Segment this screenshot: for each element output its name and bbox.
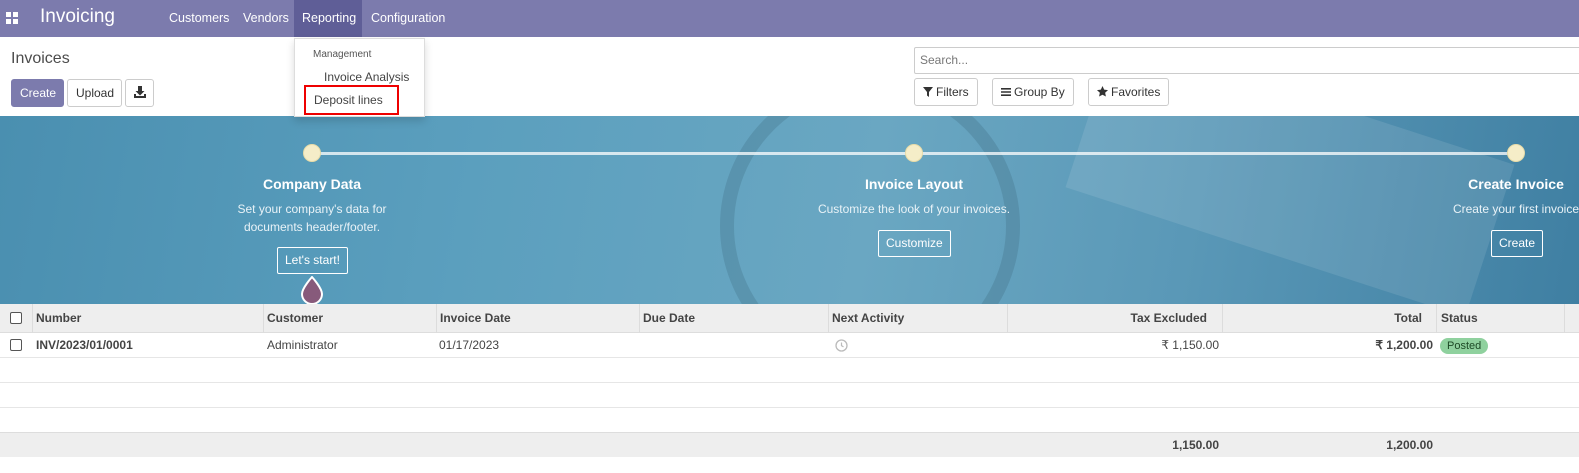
column-separator	[639, 304, 640, 333]
clock-icon[interactable]	[835, 339, 848, 352]
menu-vendors[interactable]: Vendors	[235, 0, 297, 37]
column-customer[interactable]: Customer	[267, 304, 323, 333]
cell-tax-excluded: ₹ 1,150.00	[1161, 338, 1219, 352]
table-footer: 1,150.00 1,200.00	[0, 432, 1579, 457]
create-button[interactable]: Create	[11, 79, 64, 107]
empty-row	[0, 408, 1579, 433]
column-invoice-date[interactable]: Invoice Date	[440, 304, 511, 333]
app-brand[interactable]: Invoicing	[40, 6, 115, 28]
group-by-label: Group By	[1014, 85, 1065, 99]
column-separator	[828, 304, 829, 333]
list-icon	[1001, 88, 1011, 96]
footer-total: 1,200.00	[1386, 438, 1433, 452]
column-separator	[32, 304, 33, 333]
cell-total: ₹ 1,200.00	[1375, 338, 1433, 352]
column-total[interactable]: Total	[1222, 304, 1422, 333]
step-description: Customize the look of your invoices.	[784, 200, 1044, 218]
search-input[interactable]: Search...	[914, 47, 1579, 74]
footer-tax-excluded: 1,150.00	[1172, 438, 1219, 452]
column-separator	[1564, 304, 1565, 333]
empty-row	[0, 358, 1579, 383]
onboarding-banner: Company Data Set your company's data for…	[0, 116, 1579, 304]
column-next-activity[interactable]: Next Activity	[832, 304, 904, 333]
menu-deposit-lines[interactable]: Deposit lines	[304, 85, 399, 115]
download-icon	[133, 86, 146, 98]
column-separator	[1436, 304, 1437, 333]
cell-invoice-date: 01/17/2023	[439, 338, 500, 352]
filters-button[interactable]: Filters	[914, 78, 978, 106]
filter-icon	[923, 87, 933, 97]
group-by-button[interactable]: Group By	[992, 78, 1074, 106]
step-description: Set your company's data for documents he…	[202, 200, 422, 236]
column-tax-excluded[interactable]: Tax Excluded	[1007, 304, 1207, 333]
upload-button[interactable]: Upload	[67, 79, 122, 107]
create-invoice-button[interactable]: Create	[1491, 230, 1544, 257]
step-title: Create Invoice	[1468, 176, 1564, 192]
breadcrumb: Invoices	[11, 50, 70, 67]
favorites-button[interactable]: Favorites	[1088, 78, 1170, 106]
step-dot	[303, 144, 321, 162]
step-description: Create your first invoice	[1406, 200, 1579, 218]
step-description-line: documents header/footer.	[243, 220, 381, 234]
step-title: Invoice Layout	[864, 176, 964, 192]
menu-invoice-analysis[interactable]: Invoice Analysis	[324, 70, 409, 84]
column-status[interactable]: Status	[1441, 304, 1478, 333]
lets-start-button[interactable]: Let's start!	[277, 247, 348, 274]
top-navbar: Invoicing Customers Vendors Reporting Co…	[0, 0, 1579, 37]
column-separator	[263, 304, 264, 333]
step-description-line: Create your first invoice	[1452, 202, 1579, 216]
step-dot	[1507, 144, 1525, 162]
reporting-dropdown: Management Invoice Analysis Deposit line…	[294, 38, 425, 117]
favorites-label: Favorites	[1111, 85, 1161, 99]
step-description-line: Customize the look of your invoices.	[817, 202, 1011, 216]
download-button[interactable]	[125, 79, 154, 107]
onboarding-pin-icon	[300, 276, 324, 304]
step-dot	[905, 144, 923, 162]
status-badge: Posted	[1440, 338, 1489, 354]
empty-row	[0, 383, 1579, 408]
apps-grid-icon[interactable]	[6, 12, 18, 24]
select-all-checkbox[interactable]	[10, 312, 22, 324]
column-due-date[interactable]: Due Date	[643, 304, 695, 333]
table-row[interactable]: INV/2023/01/0001 Administrator 01/17/202…	[0, 333, 1579, 358]
cell-number: INV/2023/01/0001	[36, 338, 133, 352]
table-header: Number Customer Invoice Date Due Date Ne…	[0, 304, 1579, 333]
filters-label: Filters	[936, 85, 969, 99]
cell-customer: Administrator	[267, 338, 338, 352]
menu-customers[interactable]: Customers	[161, 0, 237, 37]
column-number[interactable]: Number	[36, 304, 81, 333]
dropdown-header: Management	[313, 49, 372, 60]
step-title: Company Data	[262, 176, 362, 192]
step-description-line: Set your company's data for	[237, 202, 387, 216]
row-checkbox[interactable]	[10, 339, 22, 351]
menu-configuration[interactable]: Configuration	[363, 0, 453, 37]
star-icon	[1097, 86, 1108, 97]
customize-button[interactable]: Customize	[878, 230, 951, 257]
menu-reporting[interactable]: Reporting	[294, 0, 362, 37]
column-separator	[436, 304, 437, 333]
